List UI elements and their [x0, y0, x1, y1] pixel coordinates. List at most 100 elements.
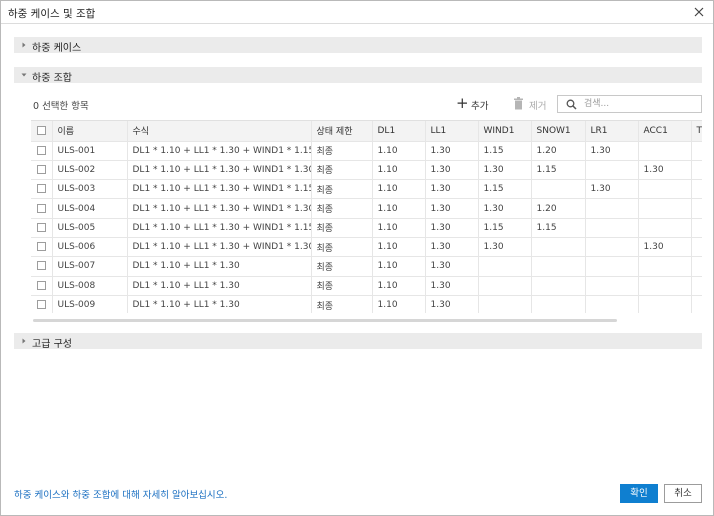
- section-load-combinations-header[interactable]: 하중 조합: [14, 67, 702, 84]
- table-cell: ULS-009: [52, 295, 128, 313]
- row-checkbox[interactable]: [36, 203, 46, 213]
- table-cell: 1.15: [478, 141, 532, 161]
- table-cell: 1.30: [425, 295, 479, 313]
- table-row[interactable]: ULS-007 DL1 * 1.10 + LL1 * 1.30 최종 1.10 1.30: [31, 256, 702, 277]
- table-cell: [691, 179, 702, 200]
- table-cell: [585, 295, 639, 313]
- table-row[interactable]: ULS-006 DL1 * 1.10 + LL1 * 1.30 + WIND1 *…: [31, 237, 702, 258]
- table-row[interactable]: ULS-001 DL1 * 1.10 + LL1 * 1.30 + WIND1 *…: [31, 141, 702, 161]
- table-row[interactable]: ULS-009 DL1 * 1.10 + LL1 * 1.30 최종 1.10 1.30: [31, 295, 702, 313]
- table-row[interactable]: ULS-008 DL1 * 1.10 + LL1 * 1.30 최종 1.10 1.30: [31, 276, 702, 296]
- table-cell: [638, 179, 692, 200]
- column-header[interactable]: DL1: [372, 121, 426, 142]
- table-cell: [478, 256, 532, 277]
- row-select-cell: [31, 256, 53, 277]
- row-select-cell: [31, 295, 53, 313]
- row-checkbox[interactable]: [36, 300, 46, 310]
- table-cell: [478, 276, 532, 296]
- table-row[interactable]: ULS-004 DL1 * 1.10 + LL1 * 1.30 + WIND1 *…: [31, 198, 702, 219]
- row-checkbox[interactable]: [36, 145, 46, 155]
- section-advanced-label: 고급 구성: [32, 339, 72, 350]
- column-header[interactable]: T: [691, 121, 702, 142]
- ok-button[interactable]: 확인: [620, 484, 658, 503]
- section-advanced-header[interactable]: 고급 구성: [14, 333, 702, 350]
- dialog-title: 하중 케이스 및 조합: [8, 8, 96, 20]
- chevron-down-icon: [21, 73, 27, 77]
- table-cell: 1.30: [478, 237, 532, 258]
- table-cell: 1.30: [638, 160, 692, 181]
- column-header[interactable]: 수식: [127, 121, 312, 142]
- table-cell: 1.20: [531, 198, 586, 219]
- close-icon: [694, 7, 704, 17]
- table-cell: [691, 141, 702, 161]
- table-cell: 1.15: [531, 218, 586, 238]
- table-cell: 최종: [311, 179, 373, 200]
- table-cell: [638, 295, 692, 313]
- table-cell: 1.15: [478, 218, 532, 238]
- table-row[interactable]: ULS-002 DL1 * 1.10 + LL1 * 1.30 + WIND1 *…: [31, 160, 702, 181]
- column-header[interactable]: 이름: [52, 121, 128, 142]
- table-cell: 1.10: [372, 198, 426, 219]
- search-box: [557, 95, 702, 113]
- row-checkbox[interactable]: [36, 280, 46, 290]
- table-cell: 1.30: [425, 256, 479, 277]
- table-cell: 1.30: [585, 141, 639, 161]
- table-cell: [585, 256, 639, 277]
- column-header[interactable]: LL1: [425, 121, 479, 142]
- column-header[interactable]: SNOW1: [531, 121, 586, 142]
- row-checkbox[interactable]: [36, 222, 46, 232]
- horizontal-scrollbar[interactable]: [33, 319, 617, 322]
- table-cell: [691, 256, 702, 277]
- close-button[interactable]: [692, 5, 706, 19]
- table-cell: 1.30: [638, 237, 692, 258]
- table-cell: 최종: [311, 218, 373, 238]
- table-cell: [638, 276, 692, 296]
- column-header[interactable]: WIND1: [478, 121, 532, 142]
- table-cell: DL1 * 1.10 + LL1 * 1.30 + WIND1 * 1.15 +…: [127, 179, 312, 200]
- column-header[interactable]: LR1: [585, 121, 639, 142]
- table-cell: 1.10: [372, 237, 426, 258]
- table-cell: DL1 * 1.10 + LL1 * 1.30 + WIND1 * 1.30 +…: [127, 198, 312, 219]
- table-cell: 최종: [311, 141, 373, 161]
- help-link[interactable]: 하중 케이스와 하중 조합에 대해 자세히 알아보십시오.: [14, 487, 227, 501]
- row-checkbox[interactable]: [36, 184, 46, 194]
- search-input[interactable]: [584, 97, 696, 111]
- table-cell: ULS-008: [52, 276, 128, 296]
- table-cell: ULS-001: [52, 141, 128, 161]
- row-select-cell: [31, 218, 53, 238]
- remove-button-label: 제거: [529, 101, 547, 112]
- table-cell: [531, 256, 586, 277]
- select-all-checkbox[interactable]: [36, 125, 46, 135]
- table-cell: 1.15: [531, 160, 586, 181]
- table-cell: 1.10: [372, 160, 426, 181]
- table-cell: 1.30: [425, 160, 479, 181]
- row-select-cell: [31, 179, 53, 200]
- table-cell: DL1 * 1.10 + LL1 * 1.30: [127, 276, 312, 296]
- table-cell: [531, 276, 586, 296]
- table-row[interactable]: ULS-003 DL1 * 1.10 + LL1 * 1.30 + WIND1 *…: [31, 179, 702, 200]
- row-checkbox[interactable]: [36, 164, 46, 174]
- table-cell: 최종: [311, 160, 373, 181]
- search-icon: [566, 99, 577, 110]
- column-header[interactable]: ACC1: [638, 121, 692, 142]
- section-load-cases-header[interactable]: 하중 케이스: [14, 37, 702, 54]
- table-cell: 1.30: [425, 237, 479, 258]
- table-cell: 1.30: [425, 141, 479, 161]
- section-load-cases-label: 하중 케이스: [32, 43, 82, 54]
- column-header[interactable]: 상태 제한: [311, 121, 373, 142]
- table-cell: 1.30: [478, 160, 532, 181]
- row-checkbox[interactable]: [36, 242, 46, 252]
- table-cell: 1.10: [372, 179, 426, 200]
- plus-icon: +: [456, 94, 469, 112]
- row-checkbox[interactable]: [36, 261, 46, 271]
- table-cell: [585, 160, 639, 181]
- table-cell: [585, 218, 639, 238]
- table-cell: 1.10: [372, 256, 426, 277]
- title-bar: 하중 케이스 및 조합: [1, 1, 713, 24]
- table-cell: ULS-004: [52, 198, 128, 219]
- table-cell: 1.10: [372, 276, 426, 296]
- cancel-button[interactable]: 취소: [664, 484, 702, 503]
- table-row[interactable]: ULS-005 DL1 * 1.10 + LL1 * 1.30 + WIND1 *…: [31, 218, 702, 238]
- table-cell: 최종: [311, 295, 373, 313]
- add-button-label: 추가: [471, 101, 489, 112]
